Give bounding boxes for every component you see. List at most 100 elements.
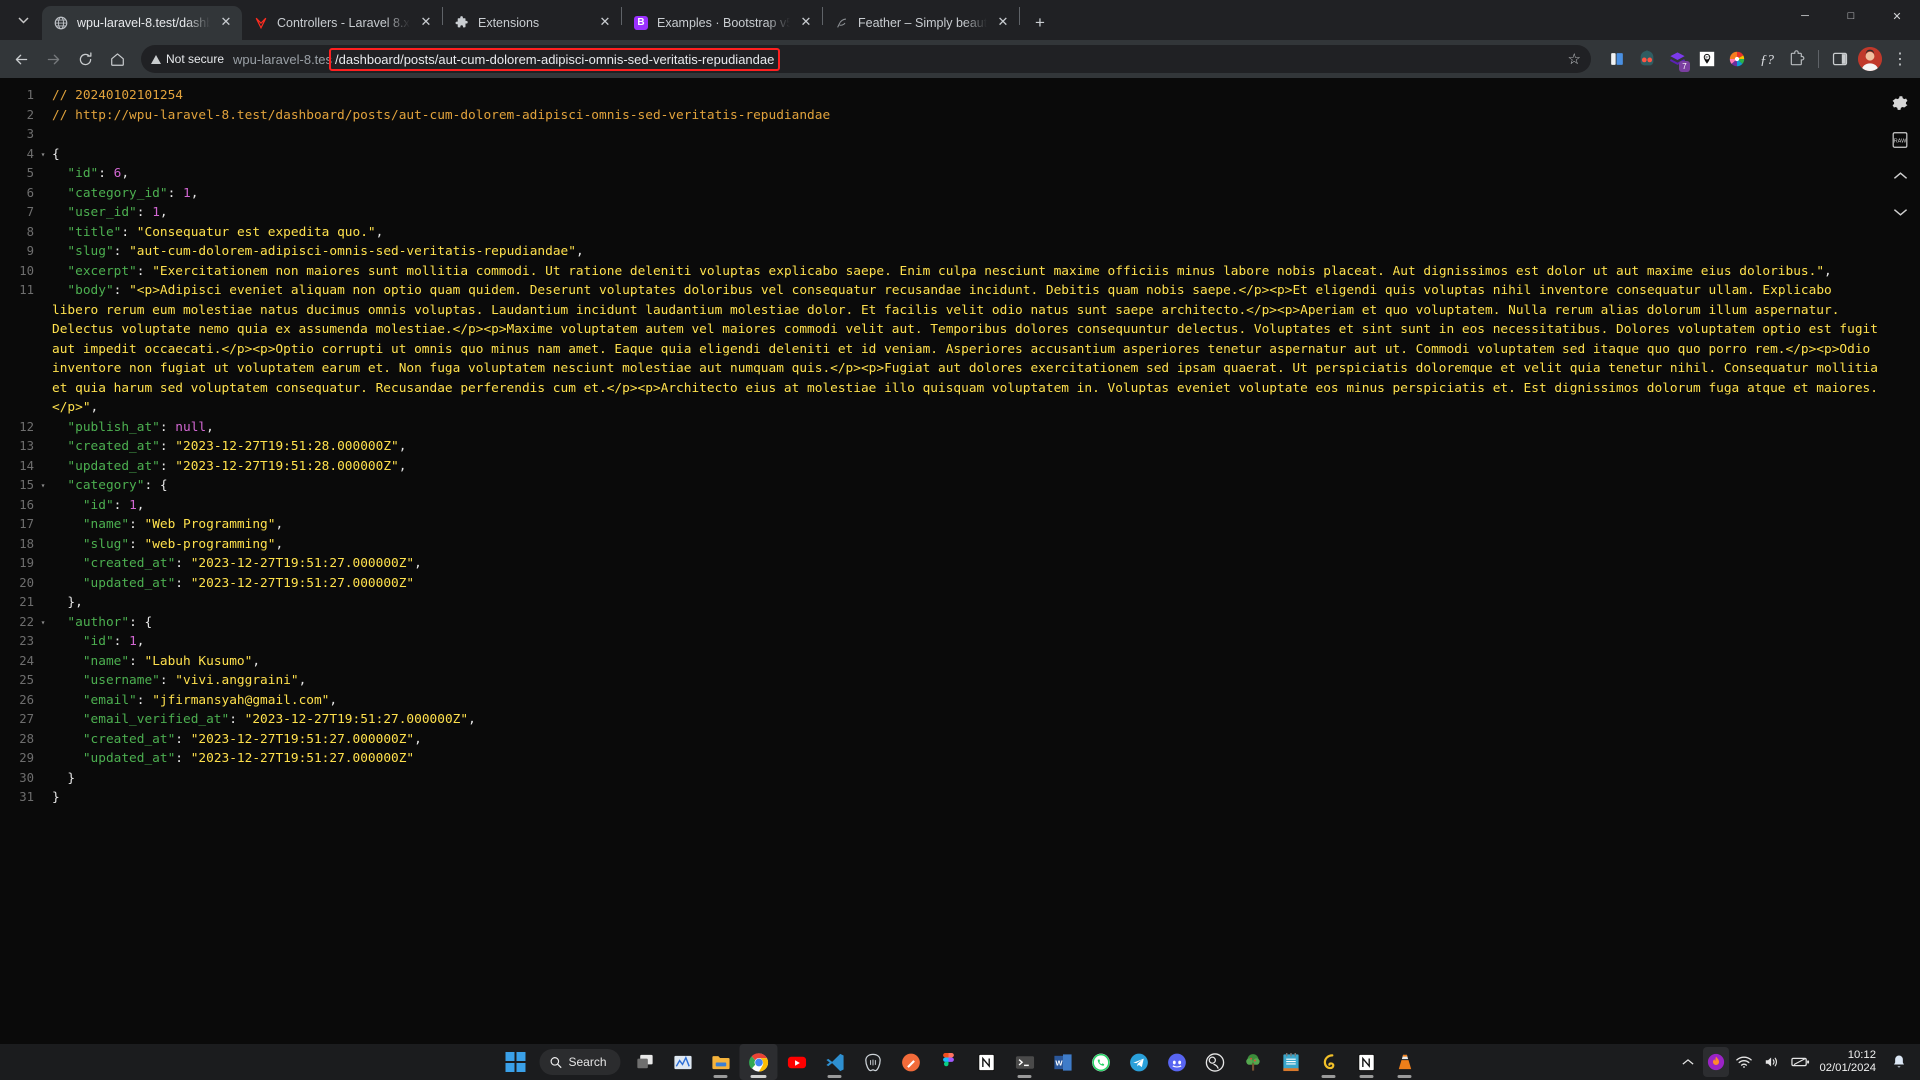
back-button[interactable] bbox=[6, 44, 36, 74]
line-number: 24 bbox=[0, 652, 34, 672]
token-k: "id" bbox=[67, 166, 98, 181]
figma-icon[interactable] bbox=[930, 1044, 968, 1080]
token-n: 1 bbox=[183, 186, 191, 201]
tab-4[interactable]: Feather – Simply beautiful open ✕ bbox=[823, 6, 1019, 40]
analytics-app-icon[interactable] bbox=[664, 1044, 702, 1080]
token-k: "excerpt" bbox=[67, 264, 136, 279]
battery-icon[interactable] bbox=[1787, 1047, 1813, 1077]
profile-avatar[interactable] bbox=[1856, 45, 1884, 73]
token-k: "category_id" bbox=[67, 186, 167, 201]
line-number: 15 bbox=[0, 476, 34, 496]
tree-app-icon[interactable] bbox=[1234, 1044, 1272, 1080]
forward-button[interactable] bbox=[38, 44, 68, 74]
task-view-icon[interactable] bbox=[626, 1044, 664, 1080]
chrome-menu-button[interactable]: ⋮ bbox=[1886, 45, 1914, 73]
raw-icon[interactable]: RAW bbox=[1880, 122, 1920, 158]
obs-studio-icon[interactable] bbox=[1196, 1044, 1234, 1080]
notepad-icon[interactable] bbox=[1272, 1044, 1310, 1080]
tab-close-icon[interactable]: ✕ bbox=[418, 15, 434, 31]
tab-divider bbox=[1019, 7, 1020, 25]
flame-tray-icon[interactable] bbox=[1703, 1047, 1729, 1077]
code-content: "created_at": "2023-12-27T19:51:28.00000… bbox=[52, 437, 1880, 457]
tab-close-icon[interactable]: ✕ bbox=[218, 15, 234, 31]
code-content: "name": "Web Programming", bbox=[52, 515, 1880, 535]
tab-search-chevron-icon[interactable] bbox=[4, 3, 42, 37]
microsoft-word-icon[interactable]: W bbox=[1044, 1044, 1082, 1080]
taskbar-search[interactable]: Search bbox=[539, 1049, 620, 1075]
code-content: "category_id": 1, bbox=[52, 184, 1880, 204]
token-k: "id" bbox=[83, 634, 114, 649]
robot-extension-icon[interactable] bbox=[1633, 45, 1661, 73]
reading-list-icon[interactable] bbox=[1603, 45, 1631, 73]
tab-close-icon[interactable]: ✕ bbox=[798, 15, 814, 31]
colorpicker-extension-icon[interactable] bbox=[1723, 45, 1751, 73]
token-p: : bbox=[129, 517, 144, 532]
tab-0[interactable]: wpu-laravel-8.test/dashboard/p ✕ bbox=[42, 6, 242, 40]
fold-toggle-icon[interactable]: ▾ bbox=[34, 145, 52, 165]
tab-2[interactable]: Extensions ✕ bbox=[443, 6, 621, 40]
notion-icon[interactable] bbox=[968, 1044, 1006, 1080]
puzzle-extensions-icon[interactable] bbox=[1783, 45, 1811, 73]
postman-icon[interactable] bbox=[892, 1044, 930, 1080]
laragon-icon[interactable] bbox=[1310, 1044, 1348, 1080]
tab-title: Extensions bbox=[478, 16, 589, 30]
side-panel-icon[interactable] bbox=[1826, 45, 1854, 73]
taskbar-clock[interactable]: 10:12 02/01/2024 bbox=[1815, 1049, 1884, 1075]
postgresql-icon[interactable] bbox=[854, 1044, 892, 1080]
code-content: "username": "vivi.anggraini", bbox=[52, 671, 1880, 691]
fold-toggle-icon[interactable]: ▾ bbox=[34, 476, 52, 496]
code-content: "slug": "aut-cum-dolorem-adipisci-omnis-… bbox=[52, 242, 1880, 262]
chevron-up-icon[interactable] bbox=[1675, 1047, 1701, 1077]
scroll-up-icon[interactable] bbox=[1880, 158, 1920, 194]
token-k: "id" bbox=[83, 498, 114, 513]
wifi-icon[interactable] bbox=[1731, 1047, 1757, 1077]
code-content: "name": "Labuh Kusumo", bbox=[52, 652, 1880, 672]
address-bar[interactable]: Not secure wpu-laravel-8.tes/dashboard/p… bbox=[141, 45, 1591, 73]
windows-start-icon[interactable] bbox=[496, 1044, 534, 1080]
terminal-icon[interactable] bbox=[1006, 1044, 1044, 1080]
token-p: : bbox=[175, 576, 190, 591]
vlc-media-player-icon[interactable] bbox=[1386, 1044, 1424, 1080]
minimize-button[interactable]: ─ bbox=[1782, 0, 1828, 32]
code-content: "created_at": "2023-12-27T19:51:27.00000… bbox=[52, 730, 1880, 750]
volume-icon[interactable] bbox=[1759, 1047, 1785, 1077]
code-line: 8 "title": "Consequatur est expedita quo… bbox=[0, 223, 1920, 243]
home-button[interactable] bbox=[102, 44, 132, 74]
token-p: , bbox=[160, 205, 168, 220]
gear-icon[interactable] bbox=[1880, 86, 1920, 122]
ip-pin-extension-icon[interactable]: IP bbox=[1693, 45, 1721, 73]
new-tab-button[interactable]: + bbox=[1026, 9, 1054, 37]
layers-extension-icon[interactable]: 7 bbox=[1663, 45, 1691, 73]
close-window-button[interactable]: ✕ bbox=[1874, 0, 1920, 32]
vs-code-icon[interactable] bbox=[816, 1044, 854, 1080]
file-explorer-icon[interactable] bbox=[702, 1044, 740, 1080]
fonts-ninja-extension-icon[interactable]: ƒ? bbox=[1753, 45, 1781, 73]
tab-title: Controllers - Laravel 8.x - The P bbox=[277, 16, 410, 30]
tab-3[interactable]: B Examples · Bootstrap v5.0 ✕ bbox=[622, 6, 822, 40]
notion-second-icon[interactable] bbox=[1348, 1044, 1386, 1080]
token-p: , bbox=[275, 517, 283, 532]
code-line: 3 bbox=[0, 125, 1920, 145]
token-s: "2023-12-27T19:51:28.000000Z" bbox=[175, 459, 398, 474]
maximize-button[interactable]: □ bbox=[1828, 0, 1874, 32]
bookmark-star-icon[interactable]: ☆ bbox=[1560, 50, 1581, 68]
fold-toggle-icon[interactable]: ▾ bbox=[34, 613, 52, 633]
token-p: : bbox=[175, 751, 190, 766]
bell-icon[interactable] bbox=[1886, 1047, 1912, 1077]
google-chrome-icon[interactable] bbox=[740, 1044, 778, 1080]
code-line: 28 "created_at": "2023-12-27T19:51:27.00… bbox=[0, 730, 1920, 750]
bootstrap-icon: B bbox=[633, 15, 649, 31]
reload-button[interactable] bbox=[70, 44, 100, 74]
tab-close-icon[interactable]: ✕ bbox=[597, 15, 613, 31]
discord-icon[interactable] bbox=[1158, 1044, 1196, 1080]
token-s: "Consequatur est expedita quo." bbox=[137, 225, 376, 240]
whatsapp-icon[interactable] bbox=[1082, 1044, 1120, 1080]
telegram-icon[interactable] bbox=[1120, 1044, 1158, 1080]
tab-close-icon[interactable]: ✕ bbox=[995, 15, 1011, 31]
scroll-down-icon[interactable] bbox=[1880, 194, 1920, 230]
security-indicator[interactable]: Not secure bbox=[151, 52, 233, 66]
token-p: : bbox=[168, 186, 183, 201]
token-s: "Exercitationem non maiores sunt molliti… bbox=[152, 264, 1824, 279]
youtube-icon[interactable] bbox=[778, 1044, 816, 1080]
tab-1[interactable]: Controllers - Laravel 8.x - The P ✕ bbox=[242, 6, 442, 40]
